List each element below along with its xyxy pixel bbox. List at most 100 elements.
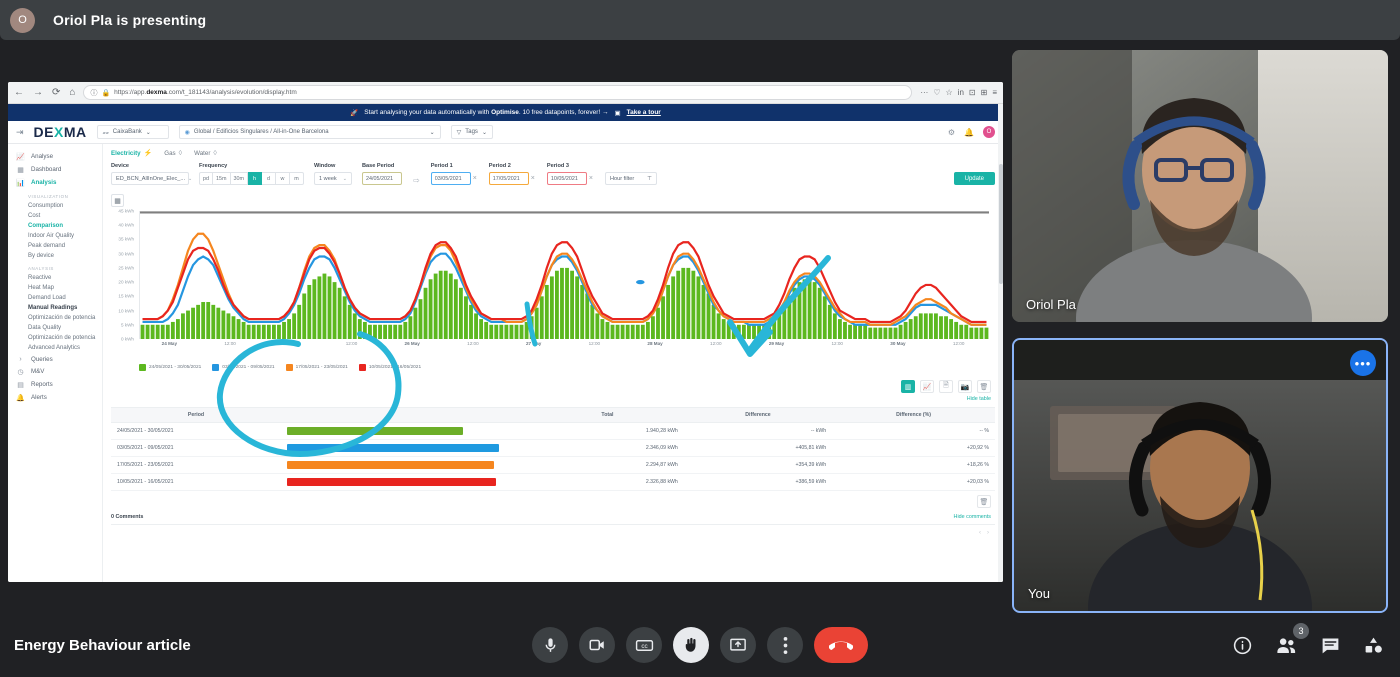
more-options-button[interactable] [767, 627, 803, 663]
base-period-input[interactable]: 24/05/2021 [362, 172, 402, 185]
sidebar-item-indoor-air-quality[interactable]: Indoor Air Quality [8, 231, 102, 241]
meet-controls[interactable]: cc [532, 627, 868, 663]
frequency-option-d[interactable]: d [262, 172, 276, 185]
chart-plot-area[interactable] [139, 211, 989, 339]
frequency-option-30m[interactable]: 30m [230, 172, 248, 185]
window-select[interactable]: 1 week ⌄ [314, 172, 352, 185]
chat-button[interactable] [1320, 635, 1341, 656]
trash-icon[interactable]: 🗑 [977, 380, 991, 393]
video-tile-oriol-pla[interactable]: Oriol Pla [1012, 50, 1388, 322]
reload-icon[interactable]: ⟳ [52, 87, 60, 98]
microphone-button[interactable] [532, 627, 568, 663]
table-row[interactable]: 17/05/2021 - 23/05/2021 2.294,87 kWh +354,… [111, 456, 995, 474]
hour-filter-button[interactable]: Hour filter ⊤ [604, 172, 657, 185]
sidebar-item-advanced-analytics[interactable]: Advanced Analytics [8, 343, 102, 353]
take-a-tour-link[interactable]: Take a tour [627, 109, 661, 116]
frequency-option-15m[interactable]: 15m [213, 172, 231, 185]
page-info-icon[interactable]: ⓘ [90, 88, 97, 98]
browser-nav-buttons[interactable]: ← → ⟳ ⌂ [14, 87, 75, 98]
video-tile-you[interactable]: ••• You [1012, 338, 1388, 613]
sync-icon[interactable]: ⊞ [981, 88, 988, 97]
period2-input[interactable]: 17/05/2021 [488, 172, 529, 185]
tile-more-options-button[interactable]: ••• [1350, 350, 1376, 376]
bar-chart-icon[interactable]: ▥ [901, 380, 915, 393]
end-call-button[interactable] [814, 627, 868, 663]
activities-button[interactable] [1363, 635, 1384, 656]
sidebar-item-mv[interactable]: ◷ M&V [8, 365, 102, 378]
frequency-option-w[interactable]: w [276, 172, 290, 185]
sidebar-item-analysis[interactable]: 📊 Analysis [8, 176, 102, 189]
chart-tools[interactable]: ▥ 📈 🗎 📷 🗑 [111, 380, 995, 393]
table-row[interactable]: 03/05/2021 - 09/05/2021 2.346,09 kWh +405,… [111, 439, 995, 457]
sidebar-item-analyse[interactable]: 📈 Analyse [8, 150, 102, 163]
bookmark-star-icon[interactable]: ☆ [946, 88, 953, 97]
forward-icon[interactable]: → [33, 87, 43, 98]
sidebar-item-heat-map[interactable]: Heat Map [8, 283, 102, 293]
frequency-option-m[interactable]: m [290, 172, 304, 185]
period3-input[interactable]: 10/05/2021 [546, 172, 587, 185]
tags-filter[interactable]: ▽ Tags ⌄ [450, 125, 493, 139]
shared-screen-presentation[interactable]: ← → ⟳ ⌂ ⓘ 🔒 https://app.dexma.com/t_1811… [8, 82, 1003, 582]
present-screen-button[interactable] [720, 627, 756, 663]
hide-table-link[interactable]: Hide table [111, 396, 995, 402]
sidebar-toggle-icon[interactable]: ⇥ [16, 127, 24, 138]
site-selector[interactable]: ◉ Global / Edificios Singulares / All-in… [178, 125, 441, 139]
sidebar-item-demand-load[interactable]: Demand Load [8, 293, 102, 303]
utility-tab-gas[interactable]: Gas ◊ [164, 150, 182, 157]
camera-icon[interactable]: 📷 [958, 380, 972, 393]
next-page-icon[interactable]: › [987, 530, 989, 536]
app-header-actions[interactable]: ⚙ 🔔 O [948, 126, 995, 138]
prev-page-icon[interactable]: ‹ [979, 530, 981, 536]
period3-clear-icon[interactable]: × [587, 175, 595, 182]
camera-button[interactable] [579, 627, 615, 663]
table-row[interactable]: 10/05/2021 - 16/05/2021 2.326,88 kWh +386,… [111, 473, 995, 491]
pagination[interactable]: ‹ › [111, 525, 995, 536]
table-row[interactable]: 24/05/2021 - 30/05/2021 1.940,28 kWh -- kW… [111, 422, 995, 440]
comparison-chart[interactable]: 45 kWh 40 kWh 35 kWh 30 kWh 25 kWh 20 kWh 15 k… [111, 209, 995, 359]
table-view-toggle[interactable]: ▦ [111, 194, 124, 207]
legend-item[interactable]: 03/05/2021 - 09/05/2021 [212, 364, 275, 371]
frequency-segmented-control[interactable]: pd 15m 30m h d w m [199, 172, 304, 185]
promo-banner[interactable]: 🚀 Start analysing your data automaticall… [8, 104, 1003, 121]
sidebar-item-manual-readings[interactable]: Manual Readings [8, 303, 102, 313]
captions-button[interactable]: cc [626, 627, 662, 663]
device-select[interactable]: ED_BCN_AllInOne_Elec_... ⌄ [111, 172, 192, 185]
back-icon[interactable]: ← [14, 87, 24, 98]
participants-button[interactable]: 3 [1275, 622, 1309, 657]
sidebar-item-reports[interactable]: ▤ Reports [8, 378, 102, 391]
period2-clear-icon[interactable]: × [529, 175, 537, 182]
sidebar-item-cost[interactable]: Cost [8, 211, 102, 221]
bell-icon[interactable]: 🔔 [964, 128, 974, 137]
library-icon[interactable]: ⊡ [969, 88, 976, 97]
table-footer[interactable]: 🗑 [111, 491, 995, 508]
user-avatar[interactable]: O [983, 126, 995, 138]
document-icon[interactable]: 🗎 [939, 380, 953, 393]
legend-item[interactable]: 17/05/2021 - 23/05/2021 [285, 364, 348, 371]
legend-item[interactable]: 24/05/2021 - 30/05/2021 [139, 364, 201, 371]
home-icon[interactable]: ⌂ [69, 87, 75, 98]
trash-icon[interactable]: 🗑 [977, 495, 991, 508]
utility-tab-electricity[interactable]: Electricity ⚡ [111, 149, 152, 158]
pocket-icon[interactable]: ♡ [933, 88, 940, 97]
raise-hand-button[interactable] [673, 627, 709, 663]
sidebar-item-dashboard[interactable]: ▦ Dashboard [8, 163, 102, 176]
sidebar-item-optimizacion-potencia-2[interactable]: Optimización de potencia [8, 333, 102, 343]
account-selector[interactable]: ▰▰ CaixaBank ⌄ [96, 125, 169, 139]
sidebar-item-optimizacion-potencia-1[interactable]: Optimización de potencia [8, 313, 102, 323]
sidebar-item-data-quality[interactable]: Data Quality [8, 323, 102, 333]
sidebar-item-peak-demand[interactable]: Peak demand [8, 241, 102, 251]
sidebar-item-alerts[interactable]: 🔔 Alerts [8, 391, 102, 404]
frequency-option-h[interactable]: h [248, 172, 262, 185]
account-icon[interactable]: in [958, 88, 964, 97]
menu-icon[interactable]: ≡ [992, 88, 997, 97]
legend-item[interactable]: 10/05/2021 - 16/05/2021 [358, 364, 421, 371]
address-bar[interactable]: ⓘ 🔒 https://app.dexma.com/t_181143/analy… [83, 85, 913, 100]
period1-clear-icon[interactable]: × [471, 175, 479, 182]
period1-input[interactable]: 03/05/2021 [430, 172, 471, 185]
update-button[interactable]: Update [953, 172, 995, 185]
utility-tab-water[interactable]: Water ◊ [194, 150, 217, 157]
sidebar-item-consumption[interactable]: Consumption [8, 201, 102, 211]
sidebar-item-queries[interactable]: › Queries [8, 353, 102, 365]
meeting-details-button[interactable] [1232, 635, 1253, 656]
browser-toolbar-icons[interactable]: ··· ♡ ☆ in ⊡ ⊞ ≡ [920, 88, 997, 97]
